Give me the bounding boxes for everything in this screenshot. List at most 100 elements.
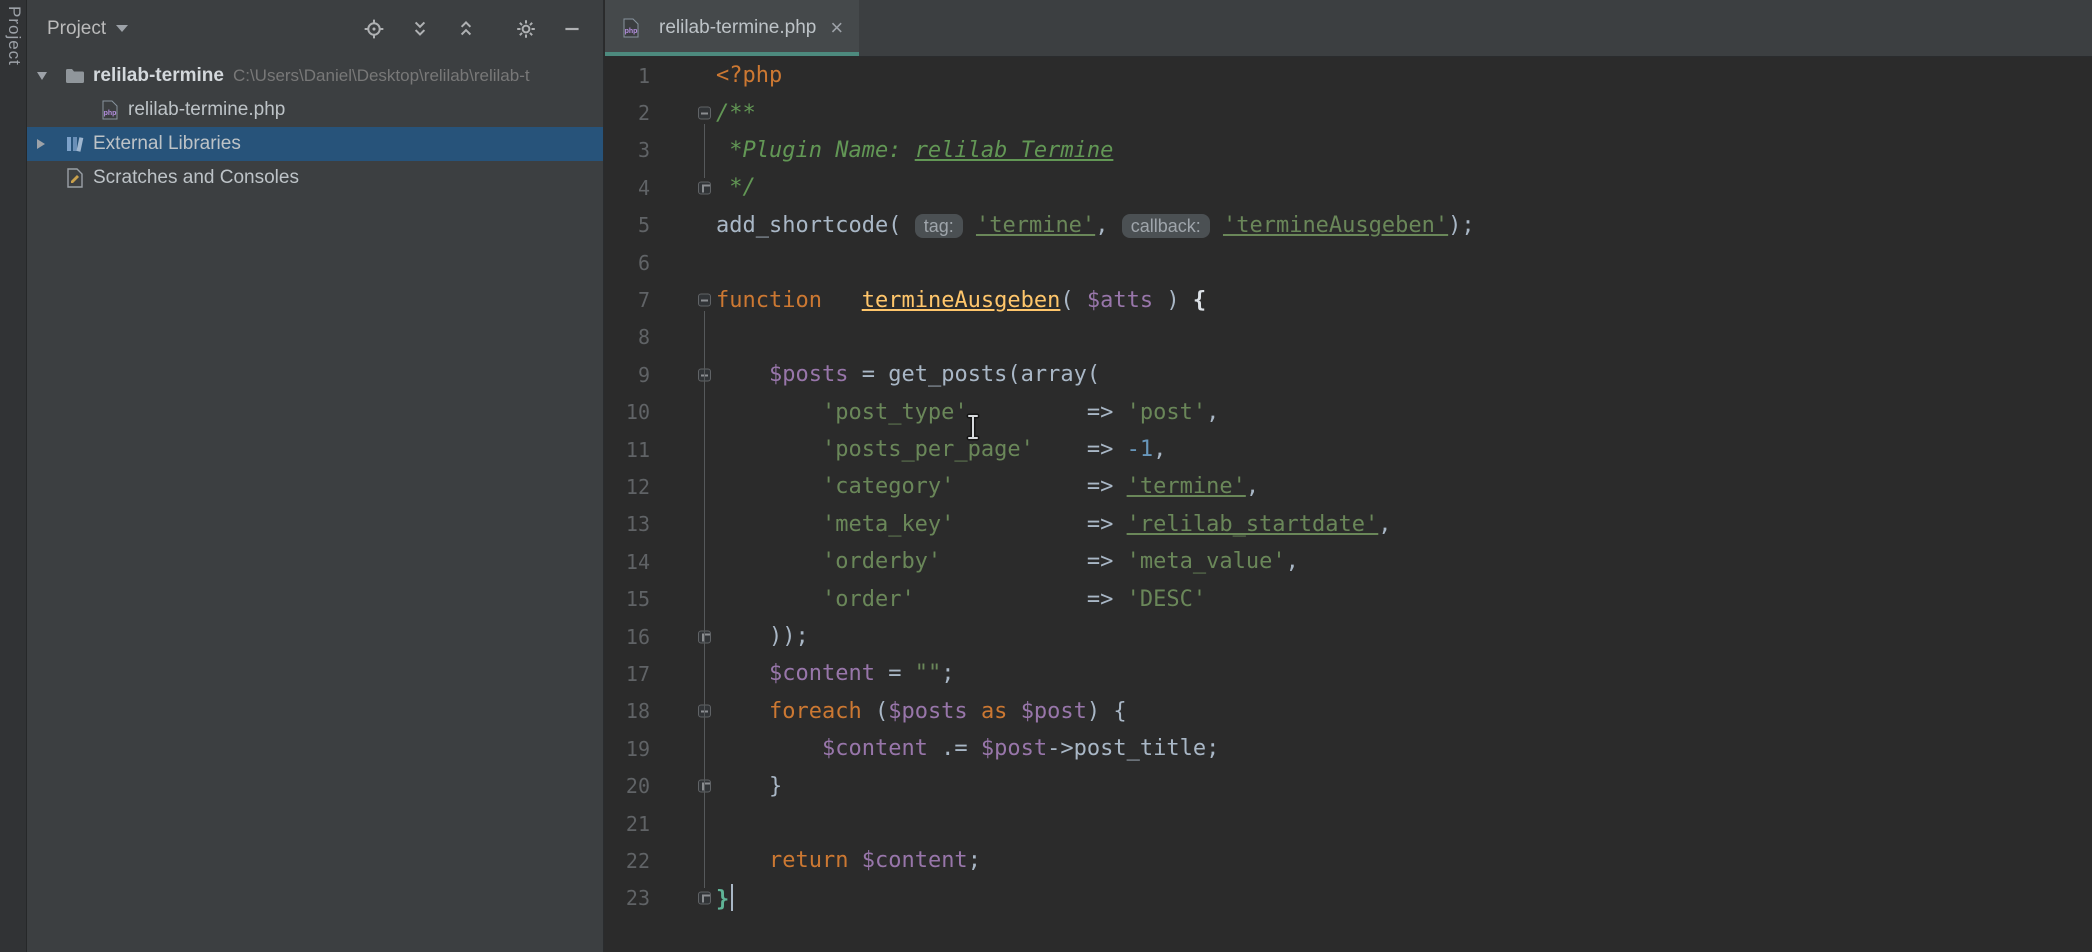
code-line-19: 19 $content .= $post->post_title; (605, 730, 2092, 767)
line-number[interactable]: 23 (605, 886, 650, 910)
hide-icon[interactable] (561, 18, 583, 40)
tree-item-project-root[interactable]: relilab-termineC:\Users\Daniel\Desktop\r… (27, 59, 603, 93)
line-number[interactable]: 11 (605, 438, 650, 462)
fold-gutter (650, 730, 716, 767)
line-number[interactable]: 7 (605, 288, 650, 312)
fold-gutter (650, 244, 716, 281)
code-line-9: 9 $posts = get_posts(array( (605, 356, 2092, 393)
code-line-15: 15 'order' => 'DESC' (605, 580, 2092, 617)
code-text[interactable]: 'order' => 'DESC' (716, 587, 2092, 612)
code-text[interactable]: */ (716, 175, 2092, 200)
panel-toolbar (363, 18, 583, 40)
project-panel-header: Project (27, 0, 603, 57)
line-number[interactable]: 3 (605, 138, 650, 162)
code-line-20: 20 } (605, 767, 2092, 804)
line-number[interactable]: 9 (605, 363, 650, 387)
code-text[interactable]: foreach ($posts as $post) { (716, 699, 2092, 724)
php-file-icon: php (100, 100, 120, 120)
fold-end-icon[interactable] (698, 181, 711, 194)
chevron-down-icon[interactable] (37, 72, 47, 80)
tree-item-php-file[interactable]: phprelilab-termine.php (27, 93, 603, 127)
fold-gutter (650, 431, 716, 468)
editor-tab-relilab-termine[interactable]: php relilab-termine.php × (605, 0, 859, 56)
line-number[interactable]: 4 (605, 176, 650, 200)
line-number[interactable]: 17 (605, 662, 650, 686)
tab-close-icon[interactable]: × (830, 17, 843, 39)
code-text[interactable]: *Plugin Name: relilab Termine (716, 138, 2092, 163)
expand-all-icon[interactable] (409, 18, 431, 40)
code-text[interactable]: } (716, 774, 2092, 799)
fold-gutter (650, 655, 716, 692)
code-text[interactable]: add_shortcode( tag: 'termine', callback:… (716, 213, 2092, 238)
code-text[interactable]: $content .= $post->post_title; (716, 736, 2092, 761)
code-line-4: 4 */ (605, 169, 2092, 206)
code-line-3: 3 *Plugin Name: relilab Termine (605, 132, 2092, 169)
fold-gutter (650, 543, 716, 580)
tree-item-external-libraries[interactable]: External Libraries (27, 127, 603, 161)
line-number[interactable]: 1 (605, 64, 650, 88)
tool-window-stripe-project-button[interactable]: Project (4, 6, 24, 66)
code-text[interactable]: /** (716, 101, 2092, 126)
fold-gutter (650, 618, 716, 655)
fold-gutter (650, 356, 716, 393)
code-text[interactable]: 'category' => 'termine', (716, 474, 2092, 499)
code-line-5: 5 add_shortcode( tag: 'termine', callback… (605, 207, 2092, 244)
chevron-right-icon[interactable] (37, 139, 45, 149)
code-text[interactable]: 'post_type' => 'post', (716, 400, 2092, 425)
fold-gutter (650, 169, 716, 206)
line-number[interactable]: 13 (605, 512, 650, 536)
project-tree: relilab-termineC:\Users\Daniel\Desktop\r… (27, 59, 603, 195)
editor-area: php relilab-termine.php × 1 <?php 2 /** 3 *P… (605, 0, 2092, 952)
code-text[interactable]: <?php (716, 63, 2092, 88)
code-editor[interactable]: 1 <?php 2 /** 3 *Plugin Name: relilab Termin… (605, 57, 2092, 952)
code-text[interactable]: $content = ""; (716, 661, 2092, 686)
code-line-1: 1 <?php (605, 57, 2092, 94)
fold-start-icon[interactable] (698, 294, 711, 307)
tab-label: relilab-termine.php (659, 17, 816, 39)
settings-icon[interactable] (515, 18, 537, 40)
line-number[interactable]: 2 (605, 101, 650, 125)
fold-gutter (650, 57, 716, 94)
line-number[interactable]: 6 (605, 251, 650, 275)
code-text[interactable]: 'orderby' => 'meta_value', (716, 549, 2092, 574)
svg-text:php: php (625, 28, 638, 35)
line-number[interactable]: 21 (605, 812, 650, 836)
fold-end-icon[interactable] (698, 892, 711, 905)
tool-window-stripe: Project (0, 0, 27, 952)
line-number[interactable]: 18 (605, 699, 650, 723)
code-line-6: 6 (605, 244, 2092, 281)
code-text[interactable]: function termineAusgeben( $atts ) { (716, 288, 2092, 313)
line-number[interactable]: 8 (605, 325, 650, 349)
select-opened-file-icon[interactable] (363, 18, 385, 40)
code-line-12: 12 'category' => 'termine', (605, 468, 2092, 505)
code-text[interactable]: } (716, 884, 2092, 912)
project-view-selector[interactable]: Project (47, 18, 128, 40)
line-number[interactable]: 12 (605, 475, 650, 499)
code-text[interactable]: )); (716, 624, 2092, 649)
line-number[interactable]: 22 (605, 849, 650, 873)
line-number[interactable]: 16 (605, 625, 650, 649)
fold-gutter (650, 281, 716, 318)
line-number[interactable]: 20 (605, 774, 650, 798)
code-text[interactable]: $posts = get_posts(array( (716, 362, 2092, 387)
line-number[interactable]: 14 (605, 550, 650, 574)
project-panel: Project relilab-termineC:\Users\Daniel\D… (27, 0, 604, 952)
fold-region-line (704, 311, 705, 888)
folder-icon (65, 66, 85, 86)
tree-item-label: External Libraries (93, 133, 241, 155)
line-number[interactable]: 19 (605, 737, 650, 761)
panel-title: Project (47, 18, 106, 40)
collapse-all-icon[interactable] (455, 18, 477, 40)
code-line-14: 14 'orderby' => 'meta_value', (605, 543, 2092, 580)
code-line-11: 11 'posts_per_page' => -1, (605, 431, 2092, 468)
code-text[interactable]: 'meta_key' => 'relilab_startdate', (716, 512, 2092, 537)
code-text[interactable]: return $content; (716, 848, 2092, 873)
line-number[interactable]: 10 (605, 400, 650, 424)
fold-start-icon[interactable] (698, 107, 711, 120)
code-line-23: 23} (605, 880, 2092, 917)
line-number[interactable]: 15 (605, 587, 650, 611)
line-number[interactable]: 5 (605, 213, 650, 237)
code-text[interactable]: 'posts_per_page' => -1, (716, 437, 2092, 462)
tree-item-scratches-and-consoles[interactable]: Scratches and Consoles (27, 161, 603, 195)
php-file-icon: php (621, 18, 641, 38)
